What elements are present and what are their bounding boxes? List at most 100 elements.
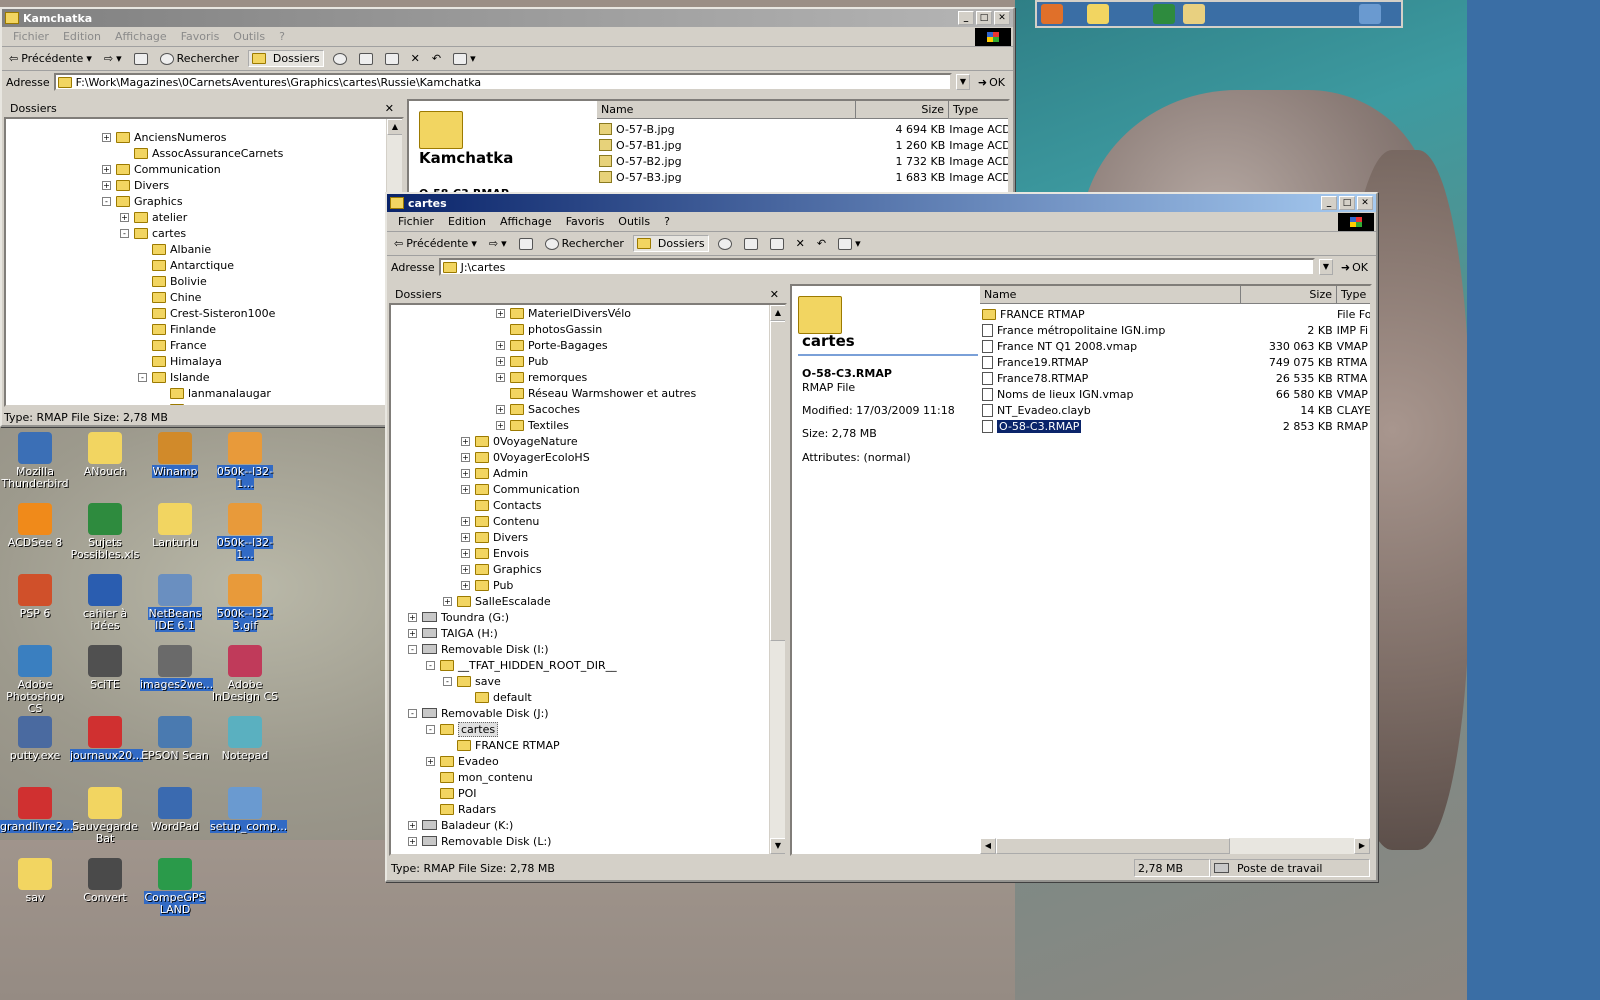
tree-item[interactable]: default: [461, 689, 532, 705]
desktop-icon[interactable]: cahier à idées: [70, 574, 140, 632]
tree-item[interactable]: Himalaya: [138, 353, 222, 369]
desktop-icon[interactable]: Lanturlu: [140, 503, 210, 549]
history-button[interactable]: [715, 237, 735, 251]
desktop-icon[interactable]: Winamp: [140, 432, 210, 478]
scroll-right-button[interactable]: ▶: [1354, 838, 1370, 854]
tree-scrollbar[interactable]: ▲ ▼: [769, 305, 785, 854]
tree-item[interactable]: + atelier: [120, 209, 187, 225]
tree-item[interactable]: Réseau Warmshower et autres: [496, 385, 696, 401]
tree-item[interactable]: Radars: [426, 801, 496, 817]
col-type[interactable]: Type: [949, 101, 1008, 118]
col-type[interactable]: Type: [1337, 286, 1370, 303]
tree-item[interactable]: + Contenu: [461, 513, 539, 529]
tree-item[interactable]: + MaterielDiversVélo: [496, 305, 631, 321]
file-row[interactable]: FRANCE RTMAP File Fo: [982, 306, 1370, 322]
menu-affichage[interactable]: Affichage: [493, 215, 559, 228]
tree-item[interactable]: + remorques: [496, 369, 587, 385]
desktop-icon[interactable]: Adobe InDesign CS: [210, 645, 280, 703]
tree-item[interactable]: + AnciensNumeros: [102, 129, 227, 145]
globe-icon[interactable]: [1359, 4, 1381, 24]
file-row[interactable]: O-57-B1.jpg 1 260 KB Image ACD: [599, 137, 1008, 153]
tree-item[interactable]: Antarctique: [138, 257, 234, 273]
expand-icon[interactable]: +: [461, 564, 470, 574]
history-button[interactable]: [330, 52, 350, 66]
views-button[interactable]: ▾: [450, 51, 479, 66]
file-list-hscrollbar[interactable]: ◀ ▶: [980, 838, 1370, 854]
tree-item[interactable]: + Graphics: [461, 561, 542, 577]
scroll-up-button[interactable]: ▲: [387, 119, 402, 135]
expand-icon[interactable]: +: [120, 212, 129, 222]
maximize-button[interactable]: □: [976, 11, 992, 25]
file-row[interactable]: O-57-B3.jpg 1 683 KB Image ACD: [599, 169, 1008, 185]
expand-icon[interactable]: +: [496, 308, 505, 318]
collapse-icon[interactable]: -: [102, 196, 111, 206]
address-dropdown-button[interactable]: ▼: [1318, 259, 1333, 275]
desktop-icon[interactable]: WordPad: [140, 787, 210, 833]
titlebar[interactable]: Kamchatka _ □ ✕: [2, 9, 1013, 27]
move-to-button[interactable]: [356, 52, 376, 66]
tree-item[interactable]: - cartes: [120, 225, 186, 241]
expand-icon[interactable]: +: [461, 436, 470, 446]
file-row[interactable]: O-57-B2.jpg 1 732 KB Image ACD: [599, 153, 1008, 169]
menu-edition[interactable]: Edition: [56, 30, 108, 43]
expand-icon[interactable]: +: [461, 580, 470, 590]
expand-icon[interactable]: +: [461, 516, 470, 526]
file-row[interactable]: France métropolitaine IGN.imp 2 KB IMP Fi: [982, 322, 1370, 338]
scroll-down-button[interactable]: ▼: [770, 838, 785, 854]
tree-item[interactable]: +0VoyageNature: [461, 433, 578, 449]
tree-item[interactable]: - __TFAT_HIDDEN_ROOT_DIR__: [426, 657, 617, 673]
file-row[interactable]: O-58-C3.RMAP 2 853 KB RMAP: [982, 418, 1370, 434]
desktop-icon[interactable]: Sujets Possibles.xls: [70, 503, 140, 561]
expand-icon[interactable]: +: [408, 836, 417, 846]
desktop-icon[interactable]: journaux20...: [70, 716, 143, 762]
desktop-icon[interactable]: putty.exe: [0, 716, 70, 762]
tree-item[interactable]: AssocAssuranceCarnets: [120, 145, 283, 161]
tree-item[interactable]: + SalleEscalade: [443, 593, 551, 609]
menu-fichier[interactable]: Fichier: [6, 30, 56, 43]
tree-item[interactable]: + Divers: [102, 177, 169, 193]
desktop-icon[interactable]: Sauvegarde Bat: [70, 787, 140, 845]
folders-button[interactable]: Dossiers: [632, 235, 709, 252]
tree-item[interactable]: + Baladeur (K:): [408, 817, 513, 833]
desktop-icon[interactable]: 500k--l32-3.gif: [210, 574, 280, 632]
desktop-icon[interactable]: EPSON Scan: [140, 716, 210, 762]
up-folder-button[interactable]: [516, 237, 536, 251]
back-button[interactable]: ⇦ Précédente ▾: [391, 236, 480, 251]
scroll-up-button[interactable]: ▲: [770, 305, 785, 321]
desktop-icon[interactable]: Adobe Photoshop CS: [0, 645, 70, 715]
firefox-icon[interactable]: [1041, 4, 1063, 24]
tree-item[interactable]: Chine: [138, 289, 201, 305]
tree-item[interactable]: FRANCE RTMAP: [443, 737, 560, 753]
tree-item[interactable]: lanmanalaugar: [156, 385, 271, 401]
tree-item[interactable]: + Toundra (G:): [408, 609, 509, 625]
col-size[interactable]: Size: [1241, 286, 1337, 303]
close-pane-icon[interactable]: ✕: [770, 288, 779, 301]
tree-item[interactable]: + Admin: [461, 465, 528, 481]
desktop-icon[interactable]: 050k--l32-1...: [210, 503, 280, 561]
tree-item[interactable]: - Removable Disk (J:): [408, 705, 549, 721]
folders-icon[interactable]: [1087, 4, 1109, 24]
tree-item[interactable]: Albanie: [138, 241, 211, 257]
file-row[interactable]: France NT Q1 2008.vmap 330 063 KB VMAP: [982, 338, 1370, 354]
desktop-icon[interactable]: setup_comp...: [210, 787, 288, 833]
expand-icon[interactable]: +: [102, 164, 111, 174]
close-button[interactable]: ✕: [1357, 196, 1373, 210]
menu-fichier[interactable]: Fichier: [391, 215, 441, 228]
tree-item[interactable]: Crest-Sisteron100e: [138, 305, 275, 321]
address-dropdown-button[interactable]: ▼: [955, 74, 970, 90]
tree-item[interactable]: - cartes: [426, 721, 499, 737]
desktop-icon[interactable]: Notepad: [210, 716, 280, 762]
menu-outils[interactable]: Outils: [611, 215, 657, 228]
expand-icon[interactable]: +: [443, 596, 452, 606]
expand-icon[interactable]: +: [408, 612, 417, 622]
file-row[interactable]: Noms de lieux IGN.vmap 66 580 KB VMAP: [982, 386, 1370, 402]
desktop-icon[interactable]: grandlivre2...: [0, 787, 74, 833]
collapse-icon[interactable]: -: [408, 644, 417, 654]
expand-icon[interactable]: +: [496, 356, 505, 366]
hscroll-thumb[interactable]: [996, 838, 1230, 854]
desktop-icon[interactable]: CompeGPS LAND: [140, 858, 210, 916]
tree-item[interactable]: - Graphics: [102, 193, 183, 209]
tree-item[interactable]: + Communication: [102, 161, 221, 177]
search-button[interactable]: Rechercher: [542, 236, 627, 251]
desktop-icon[interactable]: Convert: [70, 858, 140, 904]
